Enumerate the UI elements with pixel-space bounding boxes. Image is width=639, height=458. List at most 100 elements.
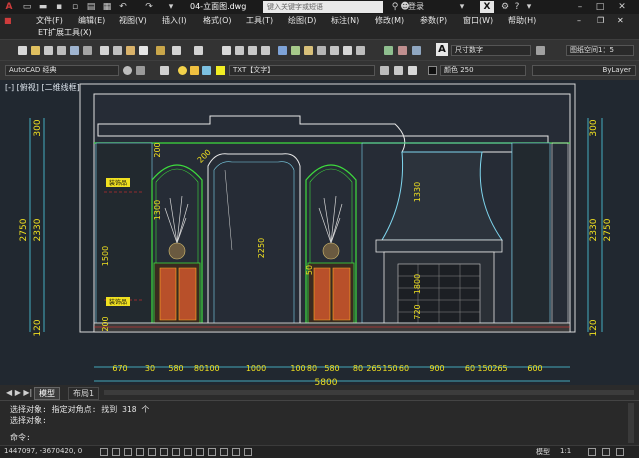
menu-tools[interactable]: 工具(T) (246, 14, 273, 27)
minimize-icon[interactable]: – (573, 1, 587, 13)
zoom-realtime-icon[interactable] (235, 46, 244, 55)
menu-minimize-icon[interactable]: – (577, 14, 581, 27)
lineweight-icon[interactable] (208, 448, 216, 456)
save-icon[interactable]: ▪ (52, 1, 66, 13)
snap-mode-icon[interactable] (100, 448, 108, 456)
object-snap-icon[interactable] (148, 448, 156, 456)
menu-view[interactable]: 视图(V) (119, 14, 147, 27)
layer-freeze-icon[interactable] (190, 66, 199, 75)
save-tool-icon[interactable] (44, 46, 53, 55)
menu-restore-icon[interactable]: ❐ (597, 14, 604, 27)
drawing-canvas[interactable]: [-] [俯视] [二维线框] 300 2330 2750 120 300 23… (0, 80, 639, 385)
close-icon[interactable]: ✕ (615, 1, 629, 13)
zoom-previous-icon[interactable] (261, 46, 270, 55)
design-center-icon[interactable] (291, 46, 300, 55)
search-input[interactable]: 键入关键字或短语 (263, 1, 383, 13)
paste-icon[interactable] (126, 46, 135, 55)
properties-icon[interactable] (278, 46, 287, 55)
polar-tracking-icon[interactable] (136, 448, 144, 456)
menu-format[interactable]: 格式(O) (203, 14, 232, 27)
help-tool-icon[interactable] (356, 46, 365, 55)
grid-display-icon[interactable] (112, 448, 120, 456)
quick-properties-icon[interactable] (232, 448, 240, 456)
clean-screen-icon[interactable] (616, 448, 624, 456)
redo-tool-icon[interactable] (194, 46, 203, 55)
exchange-icon[interactable]: X (480, 1, 494, 13)
cut-icon[interactable] (100, 46, 109, 55)
multileader-icon[interactable] (536, 46, 545, 55)
ortho-mode-icon[interactable] (124, 448, 132, 456)
menu-help[interactable]: 帮助(H) (508, 14, 536, 27)
zoom-window-icon[interactable] (248, 46, 257, 55)
layer-on-icon[interactable] (178, 66, 187, 75)
publish-icon[interactable] (83, 46, 92, 55)
maximize-icon[interactable]: □ (593, 1, 607, 13)
layer-properties-icon[interactable] (160, 66, 169, 75)
print-icon[interactable]: ▤ (84, 1, 98, 13)
tool-palettes-icon[interactable] (304, 46, 313, 55)
annotation-icon[interactable]: A (436, 43, 448, 56)
menu-file[interactable]: 文件(F) (36, 14, 63, 27)
login-dropdown-icon[interactable]: ▾ (455, 1, 469, 13)
scale-select[interactable]: 图纸空间1：5 (566, 45, 634, 56)
undo-icon[interactable]: ↶ (116, 1, 130, 13)
workspace-select[interactable]: AutoCAD 经典 (5, 65, 119, 76)
3d-osnap-icon[interactable] (160, 448, 168, 456)
layer-select[interactable]: TXT【文字】 (229, 65, 375, 76)
menu-edit[interactable]: 编辑(E) (78, 14, 105, 27)
calculator-icon[interactable] (343, 46, 352, 55)
workspace-lock-icon[interactable] (136, 66, 145, 75)
selection-cycling-icon[interactable] (244, 448, 252, 456)
linetype-select[interactable]: ByLayer (532, 65, 636, 76)
lock-ui-icon[interactable] (602, 448, 610, 456)
menu-draw[interactable]: 绘图(D) (288, 14, 316, 27)
open-icon[interactable] (31, 46, 40, 55)
open-file-icon[interactable]: ▬ (36, 1, 50, 13)
command-scrollbar[interactable] (628, 403, 634, 443)
block-editor-icon[interactable] (156, 46, 165, 55)
menu-window[interactable]: 窗口(W) (463, 14, 493, 27)
plot-icon[interactable]: ▦ (100, 1, 114, 13)
text-style-icon[interactable] (384, 46, 393, 55)
markup-icon[interactable] (330, 46, 339, 55)
new-file-icon[interactable]: ▭ (20, 1, 34, 13)
make-current-layer-icon[interactable] (380, 66, 389, 75)
transparency-icon[interactable] (220, 448, 228, 456)
annotation-scale-label[interactable]: 1:1 (560, 447, 571, 455)
tab-layout1[interactable]: 布局1 (68, 387, 100, 400)
print-tool-icon[interactable] (57, 46, 66, 55)
table-style-icon[interactable] (412, 46, 421, 55)
login-button[interactable]: 登录 (408, 1, 424, 13)
command-prompt[interactable]: 命令: (10, 432, 31, 443)
sheet-set-icon[interactable] (317, 46, 326, 55)
tab-nav-icons[interactable]: ◀ ▶ ▶| (2, 387, 36, 398)
menu-close-icon[interactable]: ✕ (617, 14, 624, 27)
workspace-settings-icon[interactable] (123, 66, 132, 75)
redo-icon[interactable]: ↷ (142, 1, 156, 13)
match-properties-icon[interactable] (139, 46, 148, 55)
layer-lock-icon[interactable] (202, 66, 211, 75)
otrack-icon[interactable] (172, 448, 180, 456)
ducs-icon[interactable] (184, 448, 192, 456)
new-icon[interactable] (18, 46, 27, 55)
menu-dimension[interactable]: 标注(N) (331, 14, 359, 27)
menu-et-extension[interactable]: ET扩展工具(X) (38, 27, 92, 39)
help-dropdown-icon[interactable]: ▾ (522, 1, 536, 13)
menu-insert[interactable]: 插入(I) (162, 14, 187, 27)
undo-tool-icon[interactable] (172, 46, 181, 55)
model-space-label[interactable]: 模型 (536, 447, 550, 457)
horizontal-scrollbar[interactable] (104, 390, 634, 395)
pan-icon[interactable] (222, 46, 231, 55)
menu-modify[interactable]: 修改(M) (375, 14, 404, 27)
workspace-switch-icon[interactable] (588, 448, 596, 456)
dim-style-select[interactable]: 尺寸数字 (451, 45, 531, 56)
app-logo-icon[interactable]: A (2, 1, 16, 13)
preview-icon[interactable] (70, 46, 79, 55)
layer-previous-icon[interactable] (394, 66, 403, 75)
menu-parametric[interactable]: 参数(P) (420, 14, 447, 27)
dim-style-icon[interactable] (398, 46, 407, 55)
copy-icon[interactable] (113, 46, 122, 55)
document-icon[interactable]: ■ (4, 14, 12, 27)
tab-model[interactable]: 模型 (34, 387, 60, 400)
dynamic-input-icon[interactable] (196, 448, 204, 456)
